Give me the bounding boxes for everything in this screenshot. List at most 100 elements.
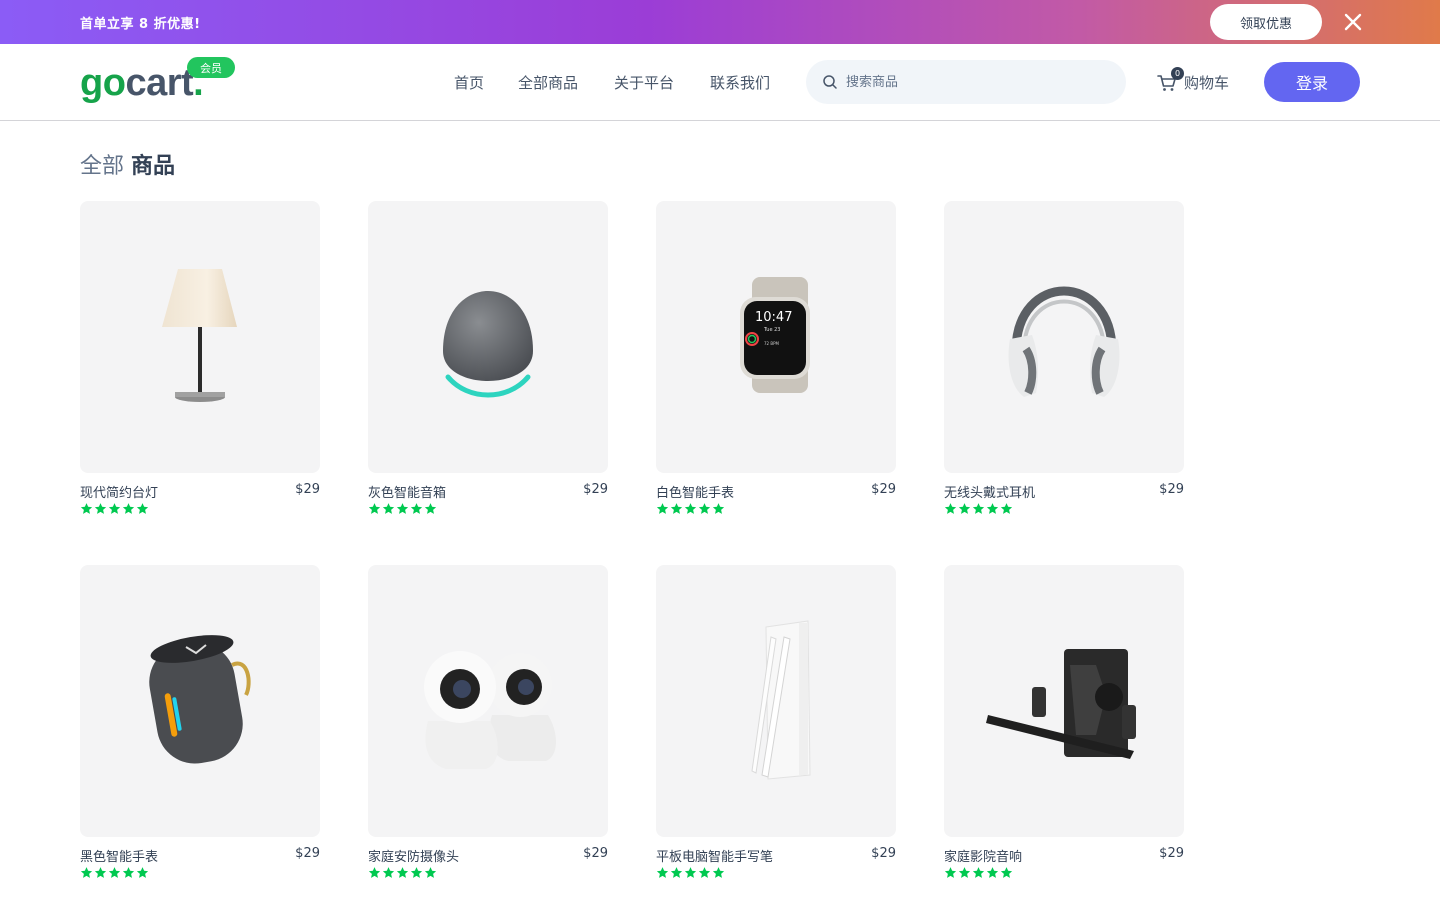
product-image[interactable]	[944, 565, 1184, 837]
product-image[interactable]	[368, 565, 608, 837]
star-icon	[1000, 503, 1013, 514]
star-icon	[80, 867, 93, 878]
product-image[interactable]	[80, 565, 320, 837]
nav-all-products[interactable]: 全部商品	[518, 72, 578, 93]
star-icon	[94, 867, 107, 878]
star-icon	[424, 503, 437, 514]
star-icon	[136, 503, 149, 514]
star-icon	[80, 503, 93, 514]
product-card[interactable]: 10:47 Tue 23 72 BPM 白色智能手表 $29	[656, 201, 896, 514]
product-image[interactable]	[368, 201, 608, 473]
star-icon	[382, 867, 395, 878]
stylus-pen-icon	[751, 620, 811, 780]
product-name[interactable]: 无线头戴式耳机	[944, 482, 1035, 501]
star-icon	[108, 867, 121, 878]
rating-stars	[368, 502, 437, 515]
star-icon	[108, 503, 121, 514]
star-icon	[410, 503, 423, 514]
star-icon	[122, 867, 135, 878]
rating-stars	[656, 866, 725, 879]
nav-contact[interactable]: 联系我们	[710, 72, 770, 93]
product-image[interactable]	[944, 201, 1184, 473]
star-icon	[986, 503, 999, 514]
page-title: 全部 商品	[80, 154, 176, 179]
product-name[interactable]: 黑色智能手表	[80, 846, 158, 865]
home-theater-icon	[986, 649, 1136, 759]
star-icon	[122, 503, 135, 514]
star-icon	[396, 503, 409, 514]
rating-stars	[368, 866, 437, 879]
star-icon	[670, 867, 683, 878]
product-name[interactable]: 现代简约台灯	[80, 482, 158, 501]
product-price: $29	[871, 846, 896, 861]
star-icon	[368, 867, 381, 878]
watch-date: Tue 23	[763, 327, 781, 333]
product-card[interactable]: 现代简约台灯 $29	[80, 201, 320, 514]
rating-stars	[80, 866, 149, 879]
bluetooth-speaker-icon	[149, 635, 251, 764]
nav-about[interactable]: 关于平台	[614, 72, 674, 93]
headphones-icon	[1008, 286, 1120, 397]
cart-count-badge: 0	[1171, 66, 1184, 80]
product-card[interactable]: 黑色智能手表 $29	[80, 565, 320, 878]
star-icon	[368, 503, 381, 514]
product-card[interactable]: 平板电脑智能手写笔 $29	[656, 565, 896, 878]
product-name[interactable]: 家庭影院音响	[944, 846, 1022, 865]
product-image[interactable]	[656, 565, 896, 837]
rating-stars	[656, 502, 725, 515]
rating-stars	[944, 866, 1013, 879]
product-name[interactable]: 平板电脑智能手写笔	[656, 846, 773, 865]
product-price: $29	[1159, 846, 1184, 861]
product-name[interactable]: 灰色智能音箱	[368, 482, 446, 501]
product-name[interactable]: 家庭安防摄像头	[368, 846, 459, 865]
star-icon	[94, 503, 107, 514]
product-image[interactable]: 10:47 Tue 23 72 BPM	[656, 201, 896, 473]
rating-stars	[80, 502, 149, 515]
smartwatch-icon: 10:47 Tue 23 72 BPM	[740, 277, 810, 393]
promo-text: 首单立享 8 折优惠!	[80, 17, 201, 32]
lamp-icon	[162, 269, 237, 402]
star-icon	[958, 867, 971, 878]
star-icon	[656, 867, 669, 878]
cart-link[interactable]: 0 购物车	[1157, 66, 1230, 93]
product-price: $29	[583, 482, 608, 497]
star-icon	[958, 503, 971, 514]
product-card[interactable]: 家庭安防摄像头 $29	[368, 565, 608, 878]
product-card[interactable]: 无线头戴式耳机 $29	[944, 201, 1184, 514]
login-button[interactable]: 登录	[1264, 62, 1360, 102]
star-icon	[698, 503, 711, 514]
product-price: $29	[295, 482, 320, 497]
star-icon	[972, 867, 985, 878]
search-input[interactable]	[846, 72, 1106, 92]
claim-coupon-button[interactable]: 领取优惠	[1210, 4, 1322, 40]
product-name[interactable]: 白色智能手表	[656, 482, 734, 501]
cart-label: 购物车	[1184, 74, 1230, 92]
star-icon	[712, 503, 725, 514]
product-card[interactable]: 家庭影院音响 $29	[944, 565, 1184, 878]
product-price: $29	[1159, 482, 1184, 497]
star-icon	[410, 867, 423, 878]
star-icon	[684, 503, 697, 514]
star-icon	[972, 503, 985, 514]
search-icon	[823, 75, 837, 89]
product-card[interactable]: 灰色智能音箱 $29	[368, 201, 608, 514]
star-icon	[656, 503, 669, 514]
close-icon[interactable]	[1343, 12, 1363, 32]
gocart-logo[interactable]: gocart.	[80, 62, 204, 105]
star-icon	[382, 503, 395, 514]
star-icon	[944, 867, 957, 878]
security-camera-icon	[424, 651, 556, 769]
cart-icon: 0	[1157, 66, 1184, 93]
product-price: $29	[295, 846, 320, 861]
star-icon	[1000, 867, 1013, 878]
star-icon	[698, 867, 711, 878]
star-icon	[424, 867, 437, 878]
watch-bpm: 72 BPM	[764, 341, 780, 346]
watch-time: 10:47	[755, 310, 792, 325]
product-image[interactable]	[80, 201, 320, 473]
star-icon	[944, 503, 957, 514]
rating-stars	[944, 502, 1013, 515]
nav-home[interactable]: 首页	[454, 72, 484, 93]
star-icon	[986, 867, 999, 878]
product-price: $29	[871, 482, 896, 497]
